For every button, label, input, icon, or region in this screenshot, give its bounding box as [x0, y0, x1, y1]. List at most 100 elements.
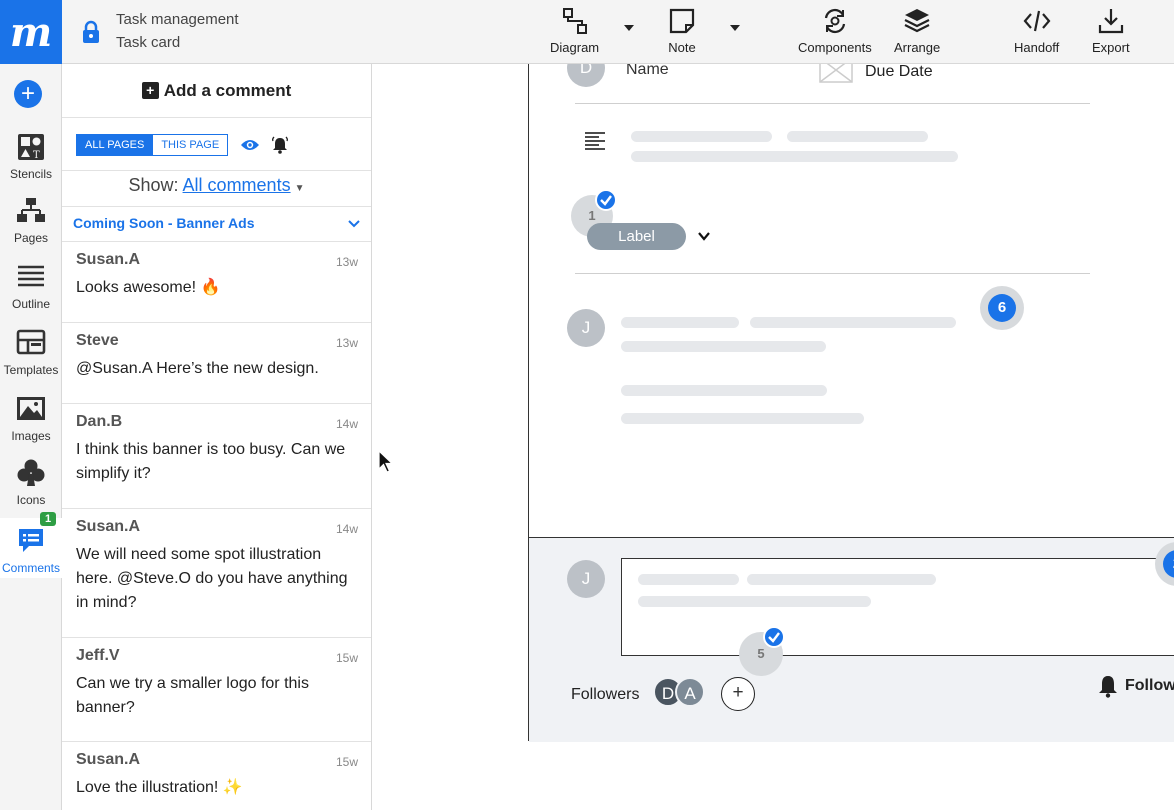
avatar: D [567, 64, 605, 87]
code-icon [1023, 10, 1051, 32]
comment-time: 13w [335, 336, 358, 350]
card-footer: J 2 5 Followers D A + [529, 537, 1174, 742]
rail-item-images[interactable]: Images [0, 394, 62, 443]
page-filter-label: Coming Soon - Banner Ads [73, 215, 255, 231]
divider [62, 170, 371, 171]
design-canvas[interactable]: D Name Due Date 1 Label J 6 J 5 Follower… [372, 64, 1174, 810]
note-button[interactable]: Note [667, 6, 697, 55]
app-window: m Task management Task card Diagram Note [0, 0, 1174, 810]
top-toolbar: m Task management Task card Diagram Note [0, 0, 1174, 64]
follower-avatar[interactable]: A [675, 677, 705, 707]
export-button[interactable]: Export [1092, 6, 1130, 55]
show-label: Show: [128, 175, 179, 195]
placeholder-line [638, 596, 871, 607]
eye-icon[interactable] [240, 138, 260, 152]
left-rail: + T Stencils Pages Outline Templates Ima… [0, 64, 62, 810]
arrange-label: Arrange [894, 40, 941, 55]
mouse-cursor-icon [378, 450, 394, 473]
page-name[interactable]: Task card [116, 34, 180, 51]
comment-text: Love the illustration! ✨ [76, 779, 243, 796]
bell-icon [1099, 676, 1117, 698]
name-label: Name [626, 64, 669, 78]
label-dropdown[interactable]: Label [587, 223, 686, 250]
comment-author: Susan.A [76, 751, 141, 768]
task-card[interactable]: D Name Due Date 1 Label J 6 J 5 Follower… [528, 64, 1174, 742]
comment-pin-number: 2 [1163, 550, 1174, 578]
placeholder-line [621, 385, 827, 396]
page-filter-select[interactable]: Coming Soon - Banner Ads [62, 206, 371, 242]
diagram-dropdown-caret[interactable] [623, 22, 635, 34]
components-button[interactable]: Components [798, 6, 872, 55]
comment-item[interactable]: Jeff.V 15w Can we try a smaller logo for… [62, 638, 371, 742]
club-icon [17, 459, 45, 486]
show-filter-dropdown[interactable]: All comments [183, 175, 291, 195]
placeholder-line [621, 317, 739, 328]
caret-down-icon[interactable]: ▼ [295, 183, 305, 194]
comments-count-badge: 1 [40, 512, 57, 526]
comment-pin-5[interactable]: 5 [739, 626, 785, 676]
handoff-button[interactable]: Handoff [1014, 6, 1059, 55]
notification-bell-icon[interactable] [271, 136, 289, 154]
resolved-check-icon [595, 189, 617, 211]
rail-label-templates: Templates [3, 363, 59, 377]
comment-author: Dan.B [76, 413, 123, 430]
show-filter: Show: All comments ▼ [62, 175, 371, 196]
placeholder-line [747, 574, 936, 585]
moqups-logo[interactable]: m [0, 0, 62, 64]
rail-label-icons: Icons [16, 493, 46, 507]
comment-item[interactable]: Susan.A 13w Looks awesome! 🔥 [62, 242, 371, 323]
comment-item[interactable]: Dan.B 14w I think this banner is too bus… [62, 404, 371, 509]
comment-text: We will need some spot illustration here… [76, 546, 348, 611]
pages-icon [17, 198, 45, 222]
all-pages-toggle[interactable]: ALL PAGES [76, 134, 154, 156]
this-page-toggle[interactable]: THIS PAGE [153, 134, 229, 156]
placeholder-line [638, 574, 739, 585]
text-align-icon [585, 132, 605, 150]
diagram-icon [562, 8, 587, 34]
comment-time: 13w [335, 255, 358, 269]
rail-item-stencils[interactable]: T Stencils [0, 132, 62, 181]
rail-item-pages[interactable]: Pages [0, 196, 62, 245]
comment-author: Susan.A [76, 518, 141, 535]
divider [575, 273, 1090, 274]
image-placeholder-icon [819, 64, 853, 83]
comment-item[interactable]: Susan.A 15w Love the illustration! ✨ [62, 742, 371, 810]
placeholder-line [621, 413, 864, 424]
note-label: Note [668, 40, 696, 55]
rail-item-comments[interactable]: Comments 1 [0, 512, 62, 578]
comments-icon [19, 529, 43, 552]
rail-item-templates[interactable]: Templates [0, 328, 62, 377]
comment-time: 15w [335, 651, 358, 665]
note-icon [669, 8, 695, 34]
comment-pin-number: 6 [988, 294, 1016, 322]
rail-label-images: Images [11, 429, 51, 443]
comment-text: Can we try a smaller logo for this banne… [76, 675, 309, 716]
arrange-button[interactable]: Arrange [894, 6, 940, 55]
rail-label-outline: Outline [11, 297, 51, 311]
layers-icon [904, 9, 930, 33]
chevron-down-icon[interactable] [697, 229, 711, 243]
comment-time: 14w [335, 417, 358, 431]
comment-item[interactable]: Susan.A 14w We will need some spot illus… [62, 509, 371, 638]
comment-time: 14w [335, 522, 358, 536]
components-icon [824, 8, 845, 34]
diagram-button[interactable]: Diagram [550, 6, 599, 55]
follow-button[interactable]: Follow [1097, 674, 1174, 698]
comment-item[interactable]: Steve 13w @Susan.A Here’s the new design… [62, 323, 371, 404]
note-dropdown-caret[interactable] [729, 22, 741, 34]
components-label: Components [798, 40, 872, 55]
comment-textarea[interactable] [621, 558, 1174, 656]
rail-item-outline[interactable]: Outline [0, 262, 62, 311]
add-comment-button[interactable]: + Add a comment [62, 64, 371, 118]
rail-item-icons[interactable]: Icons [0, 458, 62, 507]
add-follower-button[interactable]: + [721, 677, 755, 711]
divider [575, 103, 1090, 104]
add-button[interactable]: + [14, 80, 42, 108]
lock-icon[interactable] [80, 20, 102, 44]
images-icon [17, 397, 45, 420]
avatar: J [567, 309, 605, 347]
resolved-check-icon [763, 626, 785, 648]
comment-pin-6[interactable]: 6 [980, 286, 1024, 330]
add-comment-label: Add a comment [163, 80, 292, 100]
document-title[interactable]: Task management [116, 11, 239, 28]
